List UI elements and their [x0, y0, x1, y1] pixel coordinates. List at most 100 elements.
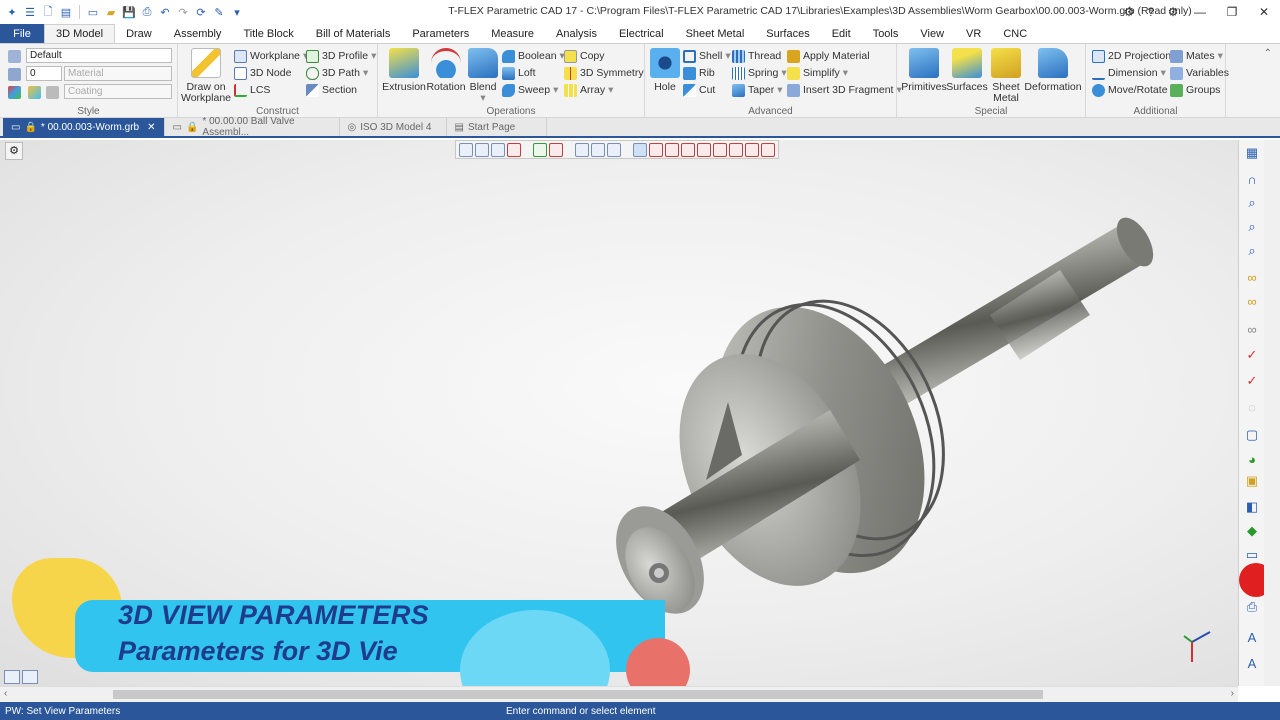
rib-button[interactable]: Rib — [683, 65, 715, 81]
lcs-button[interactable]: LCS — [234, 82, 270, 98]
blend-button[interactable]: Blend ▾ — [466, 48, 500, 104]
cut-button[interactable]: Cut — [683, 82, 715, 98]
palette-icon[interactable] — [28, 84, 41, 100]
filter-body-icon[interactable] — [665, 142, 679, 157]
regenerate-icon[interactable]: ⟳ — [193, 4, 209, 20]
filter-all-icon[interactable] — [761, 142, 775, 157]
tab-analysis[interactable]: Analysis — [545, 24, 608, 43]
glasses-icon[interactable]: ∞ — [1242, 268, 1262, 286]
text-icon[interactable]: A — [1242, 628, 1262, 646]
spring-button[interactable]: Spring ▾ — [732, 65, 787, 81]
move-rotate-button[interactable]: Move/Rotate — [1092, 82, 1168, 98]
3d-profile-button[interactable]: 3D Profile ▾ — [306, 48, 376, 64]
rotation-button[interactable]: Rotation — [426, 48, 466, 93]
text-style-icon[interactable]: A — [1242, 654, 1262, 672]
window-layout-icon[interactable]: ▦ — [1242, 144, 1262, 162]
array-button[interactable]: Array ▾ — [564, 82, 613, 98]
deformation-button[interactable]: Deformation — [1024, 48, 1082, 93]
doc-tab-ball-valve[interactable]: ▭ 🔒 * 00.00.00 Ball Valve Assembl... — [165, 116, 340, 138]
minimize-button[interactable]: — — [1184, 0, 1216, 24]
sweep-button[interactable]: Sweep ▾ — [502, 82, 558, 98]
zoom-all-icon[interactable]: ⌕ — [1242, 218, 1262, 236]
section-button[interactable]: Section — [306, 82, 357, 98]
coating-combo[interactable]: Coating — [64, 84, 172, 99]
filter-node-icon[interactable] — [697, 142, 711, 157]
mates-button[interactable]: Mates ▾ — [1170, 48, 1223, 64]
tab-electrical[interactable]: Electrical — [608, 24, 675, 43]
variables-button[interactable]: Variables — [1170, 65, 1229, 81]
swatch-icon[interactable] — [46, 84, 59, 100]
2d-projection-button[interactable]: 2D Projection — [1092, 48, 1171, 64]
maximize-button[interactable]: ❐ — [1216, 0, 1248, 24]
snap-icon[interactable] — [591, 142, 605, 157]
filter-operation-icon[interactable] — [681, 142, 695, 157]
view-camera-icon[interactable]: ∞ — [1242, 292, 1262, 310]
vertical-scrollbar[interactable] — [1264, 140, 1280, 686]
apply-material-button[interactable]: Apply Material — [787, 48, 870, 64]
check-list-icon[interactable]: ✓ — [1242, 372, 1262, 390]
filter-workplane-icon[interactable] — [729, 142, 743, 157]
new-document-icon[interactable]: 🗋 — [40, 4, 56, 20]
tab-3d-model[interactable]: 3D Model — [44, 24, 116, 43]
filter-profile-icon[interactable] — [713, 142, 727, 157]
copy-button[interactable]: Copy — [564, 48, 605, 64]
sphere-icon[interactable]: ◕ — [1242, 450, 1262, 468]
file-menu-button[interactable]: File — [0, 24, 44, 43]
print-icon[interactable]: ⎙ — [139, 4, 155, 20]
filter-edge-icon[interactable] — [633, 142, 647, 157]
view-mode-icon[interactable]: ∞ — [1242, 320, 1262, 338]
grid-icon[interactable] — [575, 142, 589, 157]
deselect-icon[interactable] — [549, 142, 563, 157]
taper-button[interactable]: Taper ▾ — [732, 82, 783, 98]
horizontal-scrollbar[interactable]: ‹ › — [0, 686, 1238, 702]
insert-3d-fragment-button[interactable]: Insert 3D Fragment ▾ — [787, 82, 902, 98]
check-icon[interactable]: ✓ — [1242, 346, 1262, 364]
box-icon[interactable]: ▣ — [1242, 472, 1262, 490]
3d-path-button[interactable]: 3D Path ▾ — [306, 65, 368, 81]
settings-gear-icon[interactable]: ⚙ — [1118, 0, 1140, 24]
draw-on-workplane-button[interactable]: Draw on Workplane — [181, 48, 231, 104]
scroll-right-icon[interactable]: › — [1231, 688, 1234, 699]
tab-bill-of-materials[interactable]: Bill of Materials — [305, 24, 402, 43]
section-view-icon[interactable]: ◧ — [1242, 498, 1262, 516]
shell-button[interactable]: Shell ▾ — [683, 48, 731, 64]
tab-view[interactable]: View — [909, 24, 955, 43]
scroll-thumb[interactable] — [113, 690, 1043, 699]
magnet-icon[interactable]: ∩ — [1242, 170, 1262, 188]
boolean-button[interactable]: Boolean ▾ — [502, 48, 565, 64]
tab-measure[interactable]: Measure — [480, 24, 545, 43]
view-display-icon[interactable] — [507, 142, 521, 157]
surfaces-button[interactable]: Surfaces — [946, 48, 988, 93]
cube-icon[interactable]: ▢ — [1242, 426, 1262, 444]
folder-icon[interactable]: ▰ — [103, 4, 119, 20]
zoom-window-icon[interactable]: ⌕ — [1242, 194, 1262, 212]
window-icon[interactable]: ▭ — [85, 4, 101, 20]
view-options-icon[interactable] — [491, 142, 505, 157]
save-icon[interactable]: 💾 — [121, 4, 137, 20]
workplane-button[interactable]: Workplane▾ — [234, 48, 308, 64]
scroll-left-icon[interactable]: ‹ — [4, 688, 7, 699]
zoom-icon[interactable]: ⌕ — [1242, 242, 1262, 260]
tab-cnc[interactable]: CNC — [992, 24, 1038, 43]
close-button[interactable]: ✕ — [1248, 0, 1280, 24]
extrusion-button[interactable]: Extrusion — [382, 48, 426, 93]
redo-icon[interactable]: ↷ — [175, 4, 191, 20]
loft-button[interactable]: Loft — [502, 65, 536, 81]
layout-icon[interactable] — [4, 670, 20, 684]
printer-icon[interactable]: ⎙ — [1242, 598, 1262, 616]
tab-draw[interactable]: Draw — [115, 24, 163, 43]
thread-button[interactable]: Thread — [732, 48, 781, 64]
doc-tab-worm[interactable]: ▭ 🔒 * 00.00.003-Worm.grb ✕ — [3, 118, 165, 136]
undo-icon[interactable]: ↶ — [157, 4, 173, 20]
customize-icon[interactable]: ▾ — [229, 4, 245, 20]
tab-title-block[interactable]: Title Block — [232, 24, 304, 43]
collapse-ribbon-icon[interactable]: ⌃ — [1264, 48, 1272, 59]
disabled-tool-icon[interactable]: ◌ — [1242, 398, 1262, 416]
open-icon[interactable]: ▤ — [58, 4, 74, 20]
export-view-icon[interactable]: ▭ — [1242, 546, 1262, 564]
3d-symmetry-button[interactable]: 3D Symmetry — [564, 65, 644, 81]
filter-face-icon[interactable] — [649, 142, 663, 157]
level-combo[interactable]: 0 — [26, 66, 62, 81]
color-icon[interactable] — [8, 84, 21, 100]
simplify-button[interactable]: Simplify ▾ — [787, 65, 848, 81]
